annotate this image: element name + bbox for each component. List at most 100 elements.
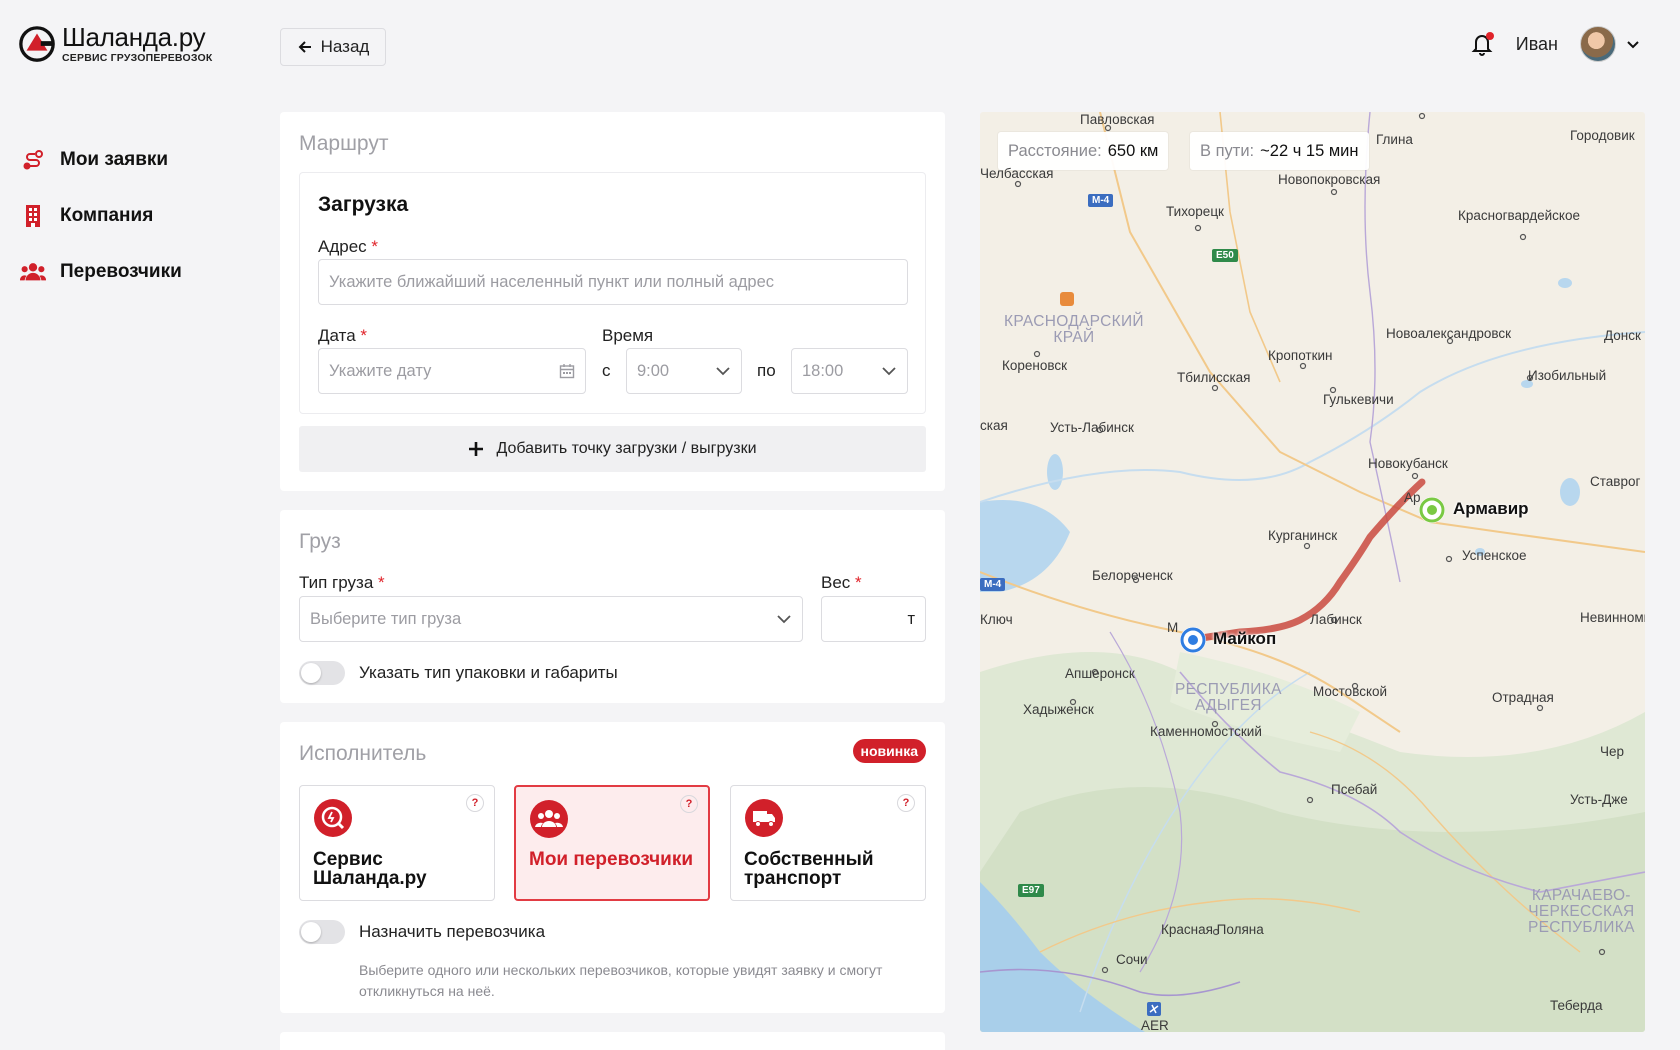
time-to-value: 18:00 bbox=[802, 361, 844, 380]
search-service-icon bbox=[314, 799, 352, 837]
users-icon bbox=[20, 259, 46, 285]
map-city-label: Псебай bbox=[1331, 782, 1378, 797]
loading-title: Загрузка bbox=[318, 193, 409, 216]
chevron-down-icon[interactable] bbox=[1626, 37, 1640, 51]
distance-chip: Расстояние: 650 км bbox=[998, 132, 1169, 170]
map-city-label: Глина bbox=[1376, 132, 1413, 147]
cargo-type-label: Тип груза * bbox=[299, 573, 385, 593]
cargo-type-label-text: Тип груза bbox=[299, 573, 374, 592]
date-placeholder: Укажите дату bbox=[329, 361, 432, 380]
packaging-toggle-label: Указать тип упаковки и габариты bbox=[359, 663, 618, 682]
map-city-label: Донск bbox=[1604, 328, 1641, 343]
address-input[interactable]: Укажите ближайший населенный пункт или п… bbox=[318, 259, 908, 305]
logo-subtitle: СЕРВИС ГРУЗОПЕРЕВОЗОК bbox=[62, 52, 213, 64]
calendar-icon[interactable] bbox=[559, 363, 575, 379]
time-from-label: с bbox=[602, 361, 611, 380]
map-city-label: Мостовской bbox=[1313, 684, 1388, 699]
back-button-label: Назад bbox=[320, 37, 370, 56]
option-label: Сервис Шаланда.ру bbox=[313, 849, 427, 889]
group-icon bbox=[530, 800, 568, 838]
road-badge: E97 bbox=[1018, 884, 1044, 897]
help-icon[interactable]: ? bbox=[897, 794, 915, 812]
date-label-text: Дата bbox=[318, 326, 356, 345]
map-city-label: Чер bbox=[1600, 744, 1625, 759]
weight-unit: т bbox=[907, 609, 915, 628]
time-to-label: по bbox=[757, 361, 776, 380]
option-own-transport[interactable]: ? Собственный транспорт bbox=[730, 785, 926, 901]
time-label: Время bbox=[602, 326, 654, 345]
add-point-button[interactable]: Добавить точку загрузки / выгрузки bbox=[299, 426, 926, 472]
executor-card: Исполнитель новинка ? Сервис Шаланда.ру … bbox=[280, 722, 945, 1013]
logo[interactable]: Шаланда.ру СЕРВИС ГРУЗОПЕРЕВОЗОК bbox=[18, 24, 212, 64]
region-label: КАРАЧАЕВО- ЧЕРКЕССКАЯ РЕСПУБЛИКА bbox=[1528, 887, 1635, 936]
map-city-label: Новокубанск bbox=[1368, 456, 1448, 471]
map-city-label: Ставрог bbox=[1590, 474, 1641, 489]
duration-label: В пути: bbox=[1200, 141, 1255, 160]
weight-input[interactable]: т bbox=[821, 596, 926, 642]
map-city-label: Тбилисская bbox=[1177, 370, 1251, 385]
map-city-label: Невинномы bbox=[1580, 610, 1645, 625]
map-city-label: Красногвардейское bbox=[1458, 208, 1580, 223]
help-icon[interactable]: ? bbox=[680, 795, 698, 813]
arrow-left-icon bbox=[298, 41, 311, 53]
map-city-label: Каменномостский bbox=[1150, 724, 1262, 739]
route-card: Маршрут Загрузка Адрес * Укажите ближайш… bbox=[280, 112, 945, 491]
cargo-type-select[interactable]: Выберите тип груза bbox=[299, 596, 803, 642]
road-badge: М-4 bbox=[1088, 194, 1114, 207]
sidebar-item-carriers[interactable]: Перевозчики bbox=[20, 244, 182, 300]
map-city-label: Изобильный bbox=[1528, 368, 1607, 383]
assign-carrier-hint: Выберите одного или нескольких перевозчи… bbox=[359, 962, 883, 999]
time-from-select[interactable]: 9:00 bbox=[626, 348, 742, 394]
map-city-label: Городовик bbox=[1570, 128, 1635, 143]
sidebar-item-requests[interactable]: Мои заявки bbox=[20, 132, 182, 188]
map-city-label: ская bbox=[980, 418, 1008, 433]
building-icon bbox=[20, 203, 46, 229]
address-placeholder: Укажите ближайший населенный пункт или п… bbox=[329, 272, 775, 291]
map-city-label: Челбасская bbox=[980, 166, 1054, 181]
truck-icon bbox=[745, 799, 783, 837]
map-city-label: Красная Поляна bbox=[1161, 922, 1264, 937]
map-city-label: М bbox=[1167, 620, 1179, 635]
avatar[interactable] bbox=[1580, 26, 1616, 62]
option-service[interactable]: ? Сервис Шаланда.ру bbox=[299, 785, 495, 901]
route-icon bbox=[20, 147, 46, 173]
duration-value: ~22 ч 15 мин bbox=[1260, 141, 1359, 160]
new-badge: новинка bbox=[852, 739, 926, 763]
road-badge: E50 bbox=[1212, 249, 1238, 262]
option-my-carriers[interactable]: ? Мои перевозчики bbox=[514, 785, 710, 901]
user-name: Иван bbox=[1515, 33, 1558, 54]
notification-dot bbox=[1485, 32, 1494, 40]
logo-icon bbox=[19, 26, 55, 62]
option-label: Мои перевозчики bbox=[529, 849, 694, 870]
required-mark: * bbox=[378, 573, 385, 592]
sidebar-item-company[interactable]: Компания bbox=[20, 188, 182, 244]
cargo-card: Груз Тип груза * Выберите тип груза Вес … bbox=[280, 510, 945, 703]
user-area: Иван bbox=[1468, 26, 1640, 62]
assign-carrier-label: Назначить перевозчика bbox=[359, 922, 546, 941]
duration-chip: В пути: ~22 ч 15 мин bbox=[1190, 132, 1369, 170]
next-card bbox=[280, 1032, 945, 1050]
sidebar-item-label: Мои заявки bbox=[60, 149, 169, 170]
route-map[interactable]: Расстояние: 650 км В пути: ~22 ч 15 мин … bbox=[980, 112, 1645, 1032]
help-icon[interactable]: ? bbox=[466, 794, 484, 812]
loading-point-box: Загрузка Адрес * Укажите ближайший насел… bbox=[299, 172, 926, 414]
date-label: Дата * bbox=[318, 326, 367, 346]
notifications-button[interactable] bbox=[1468, 30, 1496, 58]
map-city-label: Усть-Лабинск bbox=[1050, 420, 1134, 435]
time-to-select[interactable]: 18:00 bbox=[791, 348, 908, 394]
assign-carrier-toggle[interactable] bbox=[299, 920, 345, 944]
end-city-label: Армавир bbox=[1453, 499, 1529, 518]
packaging-toggle[interactable] bbox=[299, 661, 345, 685]
map-city-label: Ар bbox=[1404, 490, 1421, 505]
map-city-label: AER bbox=[1141, 1018, 1169, 1032]
map-city-label: Белореченск bbox=[1092, 568, 1173, 583]
required-mark: * bbox=[855, 573, 862, 592]
logo-title: Шаланда.ру bbox=[62, 22, 206, 52]
chevron-down-icon bbox=[882, 367, 896, 376]
road-badge: М-4 bbox=[980, 578, 1006, 591]
map-city-label: Тихорецк bbox=[1166, 204, 1224, 219]
executor-title: Исполнитель bbox=[299, 742, 427, 765]
back-button[interactable]: Назад bbox=[280, 28, 386, 66]
date-input[interactable]: Укажите дату bbox=[318, 348, 586, 394]
map-city-label: Лабинск bbox=[1310, 612, 1362, 627]
